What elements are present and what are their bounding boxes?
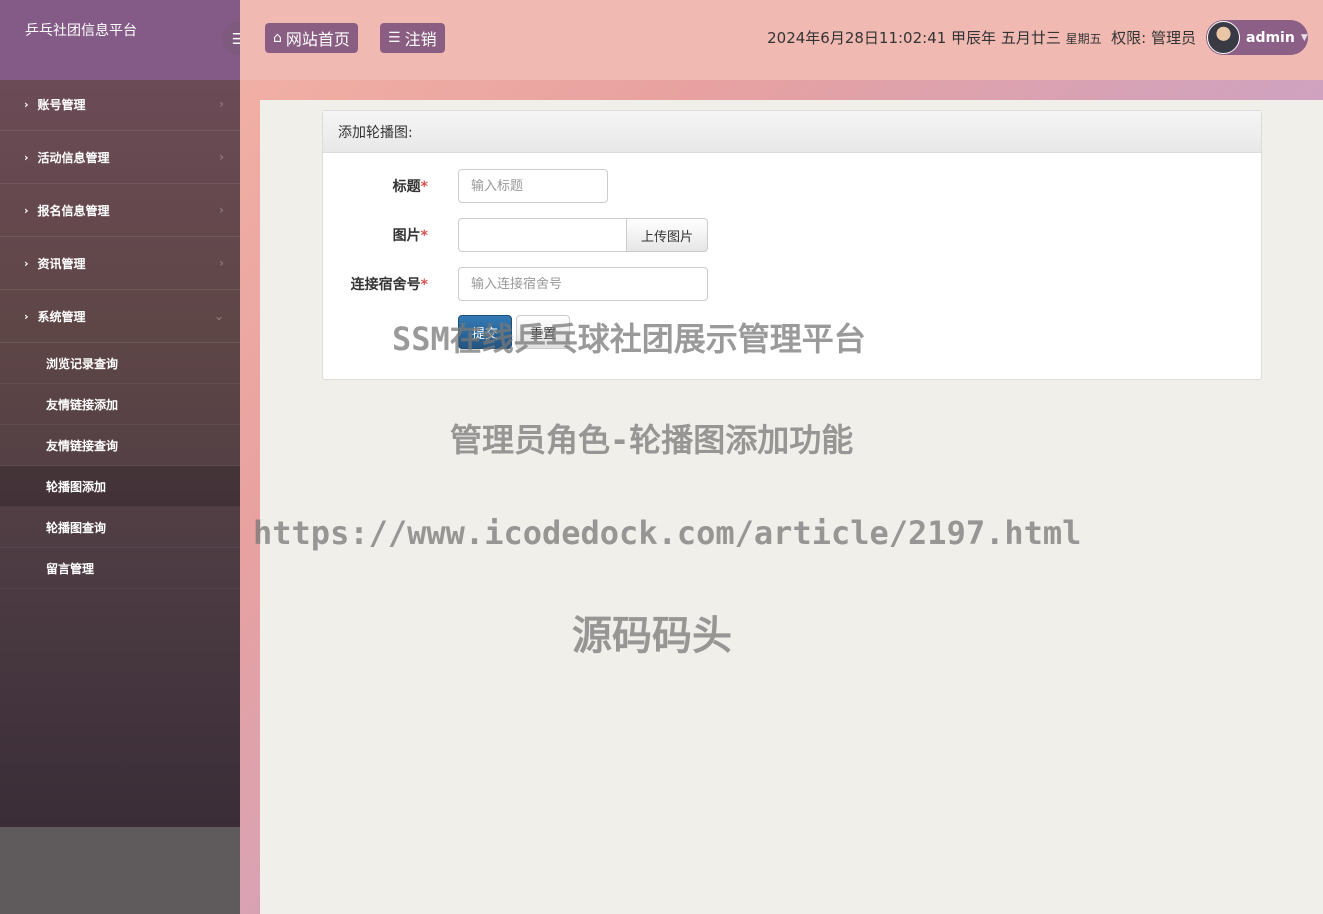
- title-row: 标题*: [323, 169, 608, 203]
- caret-down-icon: ▼: [1300, 32, 1308, 43]
- username: admin: [1246, 29, 1295, 46]
- sidebar-item-label: 系统管理: [37, 309, 86, 324]
- chevron-right-icon: ›: [219, 97, 224, 111]
- home-button[interactable]: ⌂ 网站首页: [265, 23, 358, 53]
- image-label-text: 图片: [392, 228, 421, 244]
- chevron-down-icon: ⌄: [213, 309, 224, 323]
- sidebar-item-system[interactable]: › 系统管理 ⌄: [0, 290, 240, 343]
- submenu-item-carousel-add[interactable]: 轮播图添加: [0, 466, 240, 507]
- chevron-right-icon: ›: [24, 203, 29, 217]
- title-input[interactable]: [458, 169, 608, 203]
- submenu-item-friendlink-add[interactable]: 友情链接添加: [0, 384, 240, 425]
- header-info: 2024年6月28日11:02:41 甲辰年 五月廿三 星期五 权限: 管理员: [767, 27, 1196, 48]
- link-input[interactable]: [458, 267, 708, 301]
- sidebar-item-news[interactable]: › 资讯管理 ›: [0, 237, 240, 290]
- watermark-url: https://www.icodedock.com/article/2197.h…: [253, 514, 1082, 552]
- link-label-text: 连接宿舍号: [350, 277, 421, 293]
- list-icon: ☰: [388, 30, 401, 46]
- link-label: 连接宿舍号*: [323, 274, 428, 294]
- brand-area: 乒乓社团信息平台: [0, 0, 240, 80]
- chevron-right-icon: ›: [24, 97, 29, 111]
- required-mark: *: [420, 179, 428, 195]
- chevron-right-icon: ›: [219, 256, 224, 270]
- chevron-right-icon: ›: [219, 203, 224, 217]
- watermark-subtitle: 管理员角色-轮播图添加功能: [450, 421, 854, 459]
- required-mark: *: [420, 277, 428, 293]
- sidebar: 乒乓社团信息平台 › 账号管理 › › 活动信息管理 › › 报名信息管理 › …: [0, 0, 240, 827]
- image-label: 图片*: [323, 225, 428, 245]
- home-button-label: 网站首页: [285, 30, 350, 49]
- link-row: 连接宿舍号*: [323, 267, 708, 301]
- sidebar-item-label: 资讯管理: [37, 256, 86, 271]
- home-icon: ⌂: [273, 30, 282, 46]
- sidebar-item-label: 活动信息管理: [37, 150, 110, 165]
- avatar: [1207, 21, 1240, 54]
- upload-image-button[interactable]: 上传图片: [626, 218, 708, 252]
- image-row: 图片* 上传图片: [323, 218, 708, 252]
- brand-title: 乒乓社团信息平台: [25, 23, 137, 39]
- required-mark: *: [420, 228, 428, 244]
- logout-button[interactable]: ☰ 注销: [380, 23, 445, 53]
- watermark-brand: 源码码头: [572, 613, 732, 659]
- chevron-right-icon: ›: [24, 150, 29, 164]
- sidebar-menu: › 账号管理 › › 活动信息管理 › › 报名信息管理 › › 资讯管理 › …: [0, 78, 240, 589]
- sidebar-footer: [0, 827, 240, 914]
- sidebar-item-activity[interactable]: › 活动信息管理 ›: [0, 131, 240, 184]
- submenu-item-friendlink-query[interactable]: 友情链接查询: [0, 425, 240, 466]
- sidebar-item-label: 账号管理: [37, 97, 86, 112]
- submenu-item-browse-records[interactable]: 浏览记录查询: [0, 343, 240, 384]
- user-menu[interactable]: admin ▼: [1206, 20, 1308, 55]
- upload-group: 上传图片: [458, 218, 708, 252]
- sidebar-item-label: 报名信息管理: [37, 203, 110, 218]
- submenu-item-carousel-query[interactable]: 轮播图查询: [0, 507, 240, 548]
- panel-heading: 添加轮播图:: [323, 111, 1261, 153]
- top-header: ⌂ 网站首页 ☰ 注销 2024年6月28日11:02:41 甲辰年 五月廿三 …: [240, 0, 1323, 80]
- submenu-item-messages[interactable]: 留言管理: [0, 548, 240, 589]
- watermark-title: SSM在线乒乓球社团展示管理平台: [392, 320, 866, 358]
- title-label: 标题*: [323, 176, 428, 196]
- sidebar-item-signup[interactable]: › 报名信息管理 ›: [0, 184, 240, 237]
- logout-button-label: 注销: [404, 30, 437, 49]
- chevron-right-icon: ›: [219, 150, 224, 164]
- sidebar-item-account[interactable]: › 账号管理 ›: [0, 78, 240, 131]
- role-text: 权限: 管理员: [1111, 29, 1196, 47]
- weekday-text: 星期五: [1065, 32, 1102, 46]
- title-label-text: 标题: [392, 179, 421, 195]
- main-content: 添加轮播图: 标题* 图片* 上传图片 连接宿舍号* 提交 重置: [260, 100, 1323, 914]
- datetime-text: 2024年6月28日11:02:41 甲辰年 五月廿三: [767, 29, 1061, 47]
- chevron-right-icon: ›: [24, 256, 29, 270]
- chevron-right-icon: ›: [24, 309, 29, 323]
- image-path-input[interactable]: [458, 218, 626, 252]
